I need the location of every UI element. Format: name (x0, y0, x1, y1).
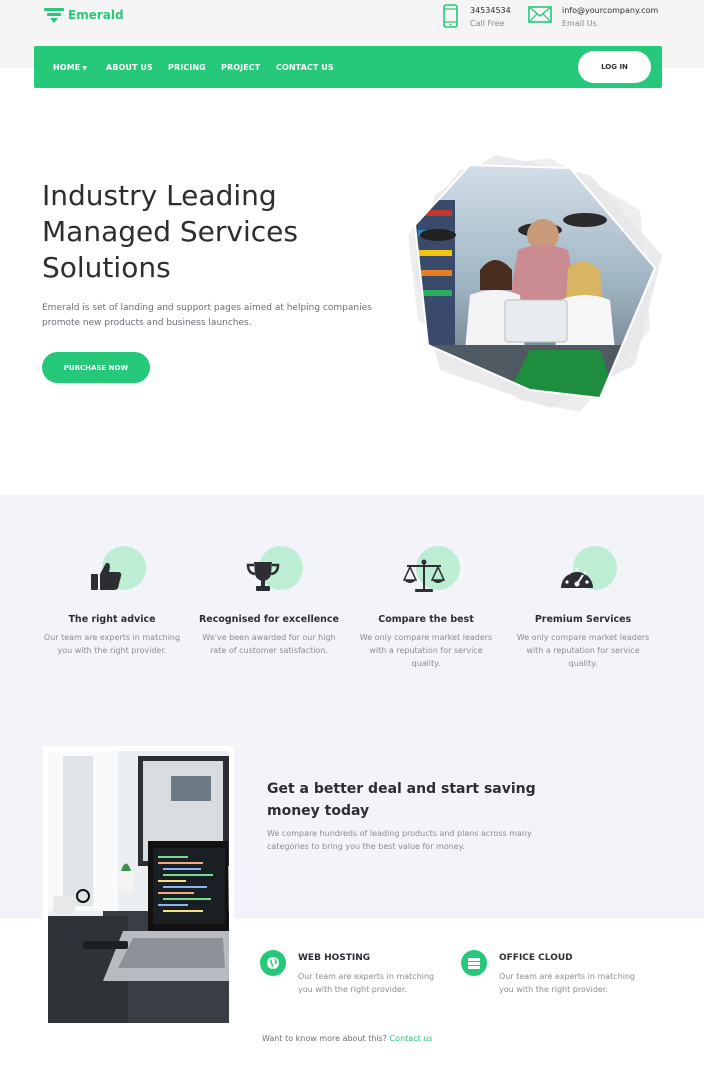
nav-item-contact-us[interactable]: CONTACT US (276, 63, 334, 72)
deal-title: Get a better deal and start saving money… (267, 781, 536, 819)
brand-name: Emerald (68, 8, 124, 22)
feature-text: We only compare market leaders with a re… (359, 633, 493, 668)
feature-text: We only compare market leaders with a re… (516, 633, 650, 668)
hero-title-line: Managed Services (42, 215, 298, 248)
contact-us-link[interactable]: Contact us (390, 1034, 433, 1043)
feature-card: The right advice Our team are experts in… (37, 546, 187, 657)
feature-title: Compare the best (378, 614, 474, 625)
feature-card: Premium Services We only compare market … (508, 546, 658, 670)
hero-title-line: Solutions (42, 251, 171, 284)
main-navbar: HOME ▼ ABOUT US PRICING PROJECT CONTACT U… (34, 46, 662, 88)
hero-title: Industry Leading Managed Services Soluti… (42, 178, 372, 286)
service-text: Our team are experts in matching you wit… (298, 972, 435, 994)
feature-text: Our team are experts in matching you wit… (43, 633, 181, 655)
contact-email[interactable]: info@yourcompany.com Email Us (528, 4, 658, 30)
caret-down-icon: ▼ (82, 65, 88, 72)
server-icon (468, 958, 480, 969)
nav-item-project[interactable]: PROJECT (221, 63, 260, 72)
phone-icon (443, 4, 458, 28)
login-button[interactable]: LOG IN (578, 51, 651, 83)
nav-item-pricing[interactable]: PRICING (168, 63, 206, 72)
contact-phone[interactable]: 34534534 Call Free (442, 4, 511, 30)
service-text: Our team are experts in matching you wit… (499, 972, 636, 994)
more-info-text: Want to know more about this? (262, 1034, 388, 1043)
feature-title: Premium Services (534, 614, 632, 625)
deal-text: We compare hundreds of leading products … (267, 829, 532, 851)
brand-logo[interactable]: Emerald (44, 7, 124, 23)
nav-item-about-us[interactable]: ABOUT US (106, 63, 153, 72)
service-office-cloud[interactable]: OFFICE CLOUD Our team are experts in mat… (461, 950, 639, 996)
hero-team-photo (408, 155, 662, 412)
phone-number: 34534534 (470, 6, 511, 15)
gauge-icon (561, 567, 593, 588)
feature-card: Recognised for excellence We've been awa… (194, 546, 344, 657)
logo-mark-icon (44, 8, 64, 23)
hero-title-line: Industry Leading (42, 179, 277, 212)
globe-icon (267, 957, 279, 969)
service-title: OFFICE CLOUD (499, 953, 573, 963)
hero-subtitle: Emerald is set of landing and support pa… (42, 303, 372, 328)
feature-title: The right advice (68, 614, 156, 625)
service-title: WEB HOSTING (298, 953, 371, 963)
feature-text: We've been awarded for our high rate of … (202, 633, 336, 655)
laptop-photo (43, 746, 234, 1028)
scales-icon (402, 559, 446, 592)
nav-item-home[interactable]: HOME ▼ (53, 63, 87, 72)
more-info-note: Want to know more about this? Contact us (262, 1034, 433, 1043)
feature-card: Compare the best We only compare market … (351, 546, 501, 670)
envelope-icon (528, 6, 552, 23)
trophy-icon (246, 562, 280, 591)
purchase-now-button[interactable]: PURCHASE NOW (42, 352, 150, 383)
feature-title: Recognised for excellence (198, 614, 340, 625)
email-address: info@yourcompany.com (562, 6, 659, 15)
thumbs-up-icon (91, 562, 122, 590)
email-label: Email Us (562, 19, 597, 28)
service-web-hosting[interactable]: WEB HOSTING Our team are experts in matc… (260, 950, 438, 996)
phone-label: Call Free (470, 19, 505, 28)
